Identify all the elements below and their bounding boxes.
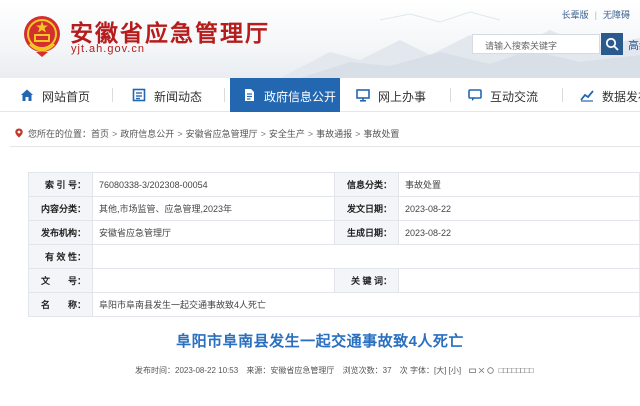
breadcrumb-separator: > <box>260 129 266 139</box>
print-icon[interactable] <box>469 367 477 374</box>
nav-label: 网上办事 <box>378 90 427 104</box>
location-pin-icon <box>15 128 23 138</box>
font-size-switch[interactable]: 次 字体：[大] [小] <box>400 366 461 375</box>
table-row: 有 效 性： <box>28 244 640 269</box>
nav-divider <box>562 88 563 102</box>
site-domain: yjt.ah.gov.cn <box>71 43 145 55</box>
nav-item-gov-info[interactable]: 政府信息公开 <box>230 78 340 112</box>
breadcrumb-item[interactable]: 事故处置 <box>363 129 399 139</box>
breadcrumb-item[interactable]: 政府信息公开 <box>120 129 174 139</box>
table-row: 发布机构： 安徽省应急管理厅 生成日期： 2023-08-22 <box>28 220 640 245</box>
publish-time: 发布时间：2023-08-22 10:53 <box>135 366 239 375</box>
nav-divider <box>224 88 225 102</box>
info-value: 76080338-3/202308-00054 <box>92 172 335 197</box>
accessibility-link[interactable]: 无障碍 <box>603 10 630 20</box>
info-value <box>92 268 335 293</box>
info-value: 事故处置 <box>398 172 640 197</box>
table-row: 名 称： 阜阳市阜南县发生一起交通事故致4人死亡 <box>28 292 640 317</box>
site-header: 安徽省应急管理厅 yjt.ah.gov.cn 长辈版 | 无障碍 请输入搜索关键字 … <box>0 0 640 78</box>
elder-version-link[interactable]: 长辈版 <box>562 10 589 20</box>
nav-label: 新闻动态 <box>154 90 203 104</box>
info-value: 安徽省应急管理厅 <box>92 220 335 245</box>
table-row: 文 号： 关 键 词： <box>28 268 640 293</box>
top-links: 长辈版 | 无障碍 <box>556 8 630 21</box>
breadcrumb-separator: > <box>307 129 314 139</box>
info-value: 2023-08-22 <box>398 220 640 245</box>
info-key: 索 引 号： <box>28 172 93 197</box>
document-icon <box>245 89 254 101</box>
breadcrumb-item[interactable]: 安徽省应急管理厅 <box>186 129 258 139</box>
breadcrumb-separator: > <box>112 129 118 139</box>
search-input[interactable]: 请输入搜索关键字 <box>472 34 600 54</box>
breadcrumb-divider <box>10 146 640 147</box>
nav-divider <box>450 88 451 102</box>
link-separator: | <box>594 10 597 20</box>
info-value: 2023-08-22 <box>398 196 640 221</box>
info-key: 发文日期： <box>334 196 399 221</box>
nav-label: 互动交流 <box>490 90 539 104</box>
info-key: 生成日期： <box>334 220 399 245</box>
share-icon[interactable] <box>487 367 495 374</box>
info-value <box>92 244 640 269</box>
article-meta: 发布时间：2023-08-22 10:53 来源：安徽省应急管理厅 浏览次数：3… <box>135 365 539 376</box>
info-key: 关 键 词： <box>334 268 399 293</box>
document-info-table: 索 引 号： 76080338-3/202308-00054 信息分类： 事故处… <box>28 172 640 317</box>
breadcrumb-separator: > <box>177 129 183 139</box>
article-title: 阜阳市阜南县发生一起交通事故致4人死亡 <box>176 333 464 350</box>
info-value <box>398 268 640 293</box>
main-nav: 网站首页 新闻动态 政府信息公开 网上办事 互动交流 数据发 <box>0 78 640 112</box>
share-buttons[interactable]: □□□□□□□□ <box>499 366 534 375</box>
chart-icon <box>580 90 594 102</box>
breadcrumb-item[interactable]: 首页 <box>91 129 109 139</box>
close-icon[interactable] <box>478 367 485 374</box>
search-button[interactable] <box>601 33 623 55</box>
breadcrumb-item[interactable]: 事故通报 <box>316 129 352 139</box>
table-row: 内容分类： 其他,市场监管、应急管理,2023年 发文日期： 2023-08-2… <box>28 196 640 221</box>
nav-label: 数据发布 <box>602 90 640 104</box>
nav-divider <box>112 88 113 102</box>
breadcrumb-item[interactable]: 安全生产 <box>269 129 305 139</box>
table-row: 索 引 号： 76080338-3/202308-00054 信息分类： 事故处… <box>28 172 640 197</box>
info-key: 信息分类： <box>334 172 399 197</box>
search-icon <box>605 37 619 51</box>
info-key: 文 号： <box>28 268 93 293</box>
info-value: 阜阳市阜南县发生一起交通事故致4人死亡 <box>92 292 640 317</box>
nav-label: 网站首页 <box>42 90 91 104</box>
home-icon <box>21 89 33 101</box>
article-source: 来源：安徽省应急管理厅 <box>246 366 335 375</box>
info-key: 内容分类： <box>28 196 93 221</box>
breadcrumb-separator: > <box>355 129 361 139</box>
info-value: 其他,市场监管、应急管理,2023年 <box>92 196 335 221</box>
news-icon <box>132 88 146 102</box>
info-key: 有 效 性： <box>28 244 93 269</box>
monitor-icon <box>356 89 370 102</box>
breadcrumb-prefix: 您所在的位置： <box>28 129 92 139</box>
info-key: 名 称： <box>28 292 93 317</box>
national-emblem-logo <box>24 16 60 57</box>
chat-icon <box>468 89 482 101</box>
info-key: 发布机构： <box>28 220 93 245</box>
view-count: 浏览次数：37 <box>342 366 392 375</box>
advanced-search-link[interactable]: 高级 <box>628 37 640 53</box>
breadcrumb: 您所在的位置：首页 > 政府信息公开 > 安徽省应急管理厅 > 安全生产 > 事故通报 > 事故处置 <box>14 127 399 140</box>
nav-label: 政府信息公开 <box>264 90 337 104</box>
